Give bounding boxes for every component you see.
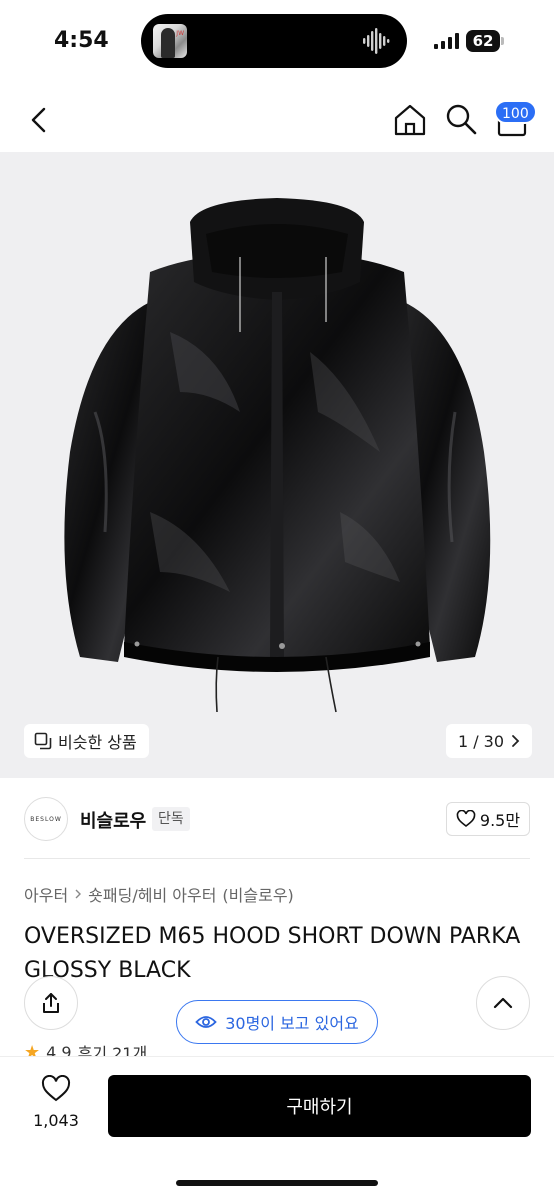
breadcrumb-subcategory[interactable]: 숏패딩/헤비 아우터 — [88, 882, 216, 906]
product-title: OVERSIZED M65 HOOD SHORT DOWN PARKA GLOS… — [24, 924, 521, 983]
divider — [24, 858, 530, 859]
live-viewers-text: 30명이 보고 있어요 — [225, 1014, 359, 1033]
brand-like-button[interactable]: 9.5만 — [446, 802, 530, 836]
battery-indicator: 62 — [466, 30, 500, 52]
status-bar: 4:54 JW 62 — [0, 0, 554, 84]
audio-wave-icon — [363, 28, 390, 54]
breadcrumb-brand[interactable]: (비슬로우) — [222, 882, 293, 906]
similar-products-icon — [34, 732, 52, 750]
cellular-signal-icon — [434, 33, 459, 49]
home-indicator — [176, 1180, 378, 1186]
home-icon[interactable] — [392, 102, 428, 138]
wishlist-count: 1,043 — [33, 1111, 79, 1130]
pager-text: 1 / 30 — [457, 731, 505, 751]
top-nav — [0, 88, 554, 152]
share-icon — [43, 993, 59, 1013]
image-pager[interactable]: 1 / 30 — [446, 724, 532, 758]
brand-logo-text: BESLOW — [30, 815, 62, 823]
breadcrumb: 아우터 숏패딩/헤비 아우터 (비슬로우) — [24, 882, 294, 906]
chevron-right-icon — [512, 735, 520, 747]
chevron-right-icon — [75, 889, 82, 899]
wishlist-button[interactable]: 1,043 — [28, 1075, 84, 1130]
share-button[interactable] — [24, 976, 78, 1030]
exclusive-badge: 단독 — [152, 807, 190, 831]
breadcrumb-category[interactable]: 아우터 — [24, 882, 68, 906]
heart-icon — [456, 810, 476, 828]
scroll-to-top-button[interactable] — [476, 976, 530, 1030]
search-icon[interactable] — [444, 102, 478, 136]
buy-button[interactable]: 구매하기 — [108, 1075, 531, 1137]
cart-count-badge: 100 — [494, 100, 537, 124]
brand-name[interactable]: 비슬로우 — [80, 807, 146, 833]
similar-products-label: 비슷한 상품 — [58, 733, 137, 752]
battery-tip — [501, 37, 504, 45]
chevron-up-icon — [493, 997, 513, 1009]
brand-logo[interactable]: BESLOW — [24, 797, 68, 841]
back-icon[interactable] — [24, 104, 56, 136]
product-image-gallery[interactable]: 비슷한 상품 1 / 30 — [0, 152, 554, 778]
live-viewers-pill: 30명이 보고 있어요 — [176, 1000, 378, 1044]
product-photo-jacket — [64, 198, 491, 713]
heart-icon — [41, 1075, 71, 1102]
bottom-action-bar: 1,043 구매하기 — [0, 1056, 554, 1200]
dynamic-island: JW — [141, 14, 407, 68]
brand-row: BESLOW 비슬로우 단독 9.5만 — [0, 792, 554, 846]
now-playing-artwork: JW — [153, 24, 187, 58]
brand-like-count: 9.5만 — [479, 811, 521, 830]
status-time: 4:54 — [54, 28, 109, 53]
similar-products-button[interactable]: 비슷한 상품 — [24, 724, 149, 758]
eye-icon — [195, 1016, 217, 1028]
